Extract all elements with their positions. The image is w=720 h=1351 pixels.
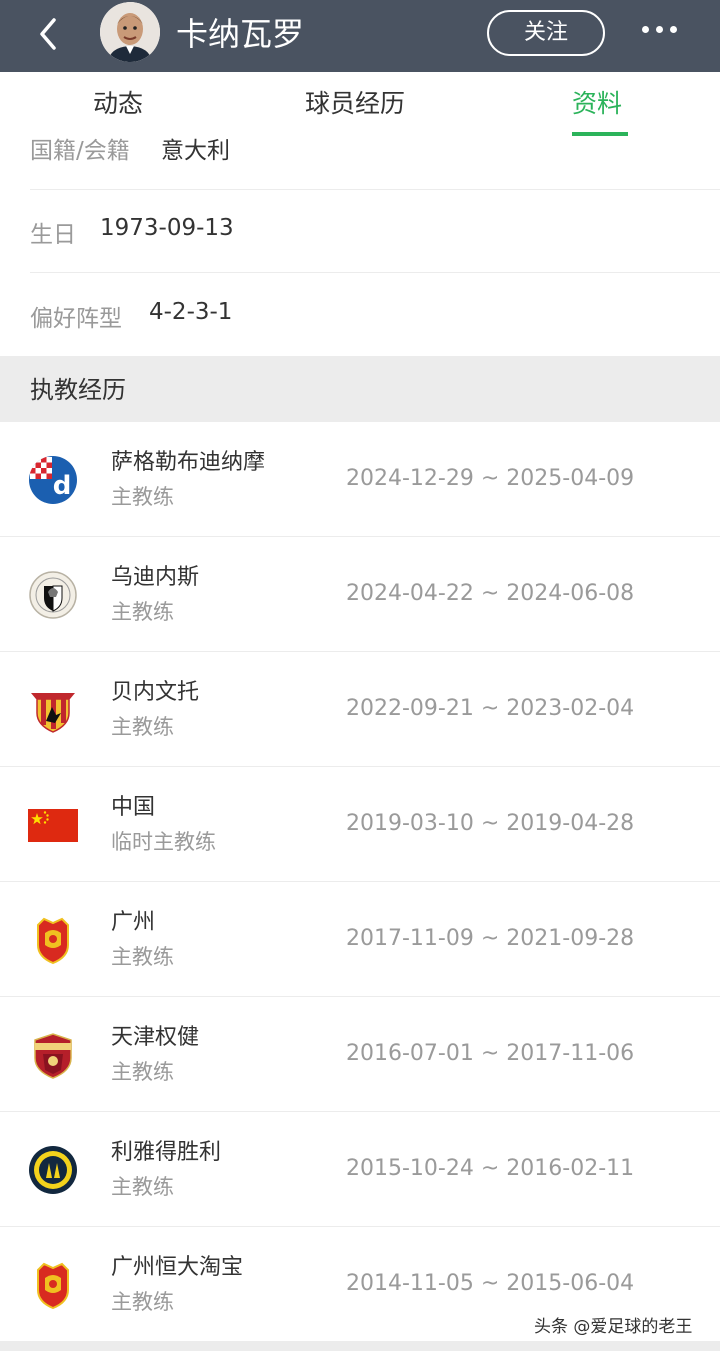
svg-text:d: d: [53, 471, 72, 501]
tenure-period: 2022-09-21 ~ 2023-02-04: [346, 696, 635, 721]
info-row-birthday: 生日 1973-09-13: [30, 189, 720, 273]
team-name: 利雅得胜利: [111, 1140, 222, 1165]
nationality-value: 意大利: [161, 138, 230, 164]
team-name: 广州恒大淘宝: [111, 1255, 244, 1280]
tenure-period: 2024-12-29 ~ 2025-04-09: [346, 466, 635, 491]
list-item[interactable]: d 萨格勒布迪纳摩 主教练 2024-12-29 ~ 2025-04-09: [0, 422, 720, 537]
tenure-period: 2019-03-10 ~ 2019-04-28: [346, 811, 635, 836]
team-name: 萨格勒布迪纳摩: [111, 450, 266, 475]
coach-role: 主教练: [111, 600, 174, 624]
tianjin-quanjian-logo-icon: [34, 1033, 72, 1079]
more-options-icon[interactable]: [640, 26, 680, 38]
tenure-period: 2017-11-09 ~ 2021-09-28: [346, 926, 635, 951]
list-item[interactable]: 天津权健 主教练 2016-07-01 ~ 2017-11-06: [0, 997, 720, 1112]
section-header-coaching: 执教经历: [0, 356, 720, 422]
guangzhou-logo-icon: [37, 917, 69, 965]
birthday-label: 生日: [30, 222, 76, 248]
coach-role: 主教练: [111, 1175, 174, 1199]
coach-role: 主教练: [111, 715, 174, 739]
coach-role: 主教练: [111, 1290, 174, 1314]
birthday-value: 1973-09-13: [100, 215, 234, 241]
formation-value: 4-2-3-1: [149, 299, 233, 325]
coach-role: 主教练: [111, 485, 174, 509]
info-row-formation: 偏好阵型 4-2-3-1: [30, 272, 720, 356]
team-name: 广州: [111, 910, 156, 935]
udinese-logo-icon: [29, 571, 77, 619]
team-name: 天津权健: [111, 1025, 200, 1050]
info-row-nationality: 国籍/会籍 意大利: [30, 106, 720, 190]
guangzhou-evergrande-logo-icon: [37, 1262, 69, 1310]
footer-divider: [0, 1341, 720, 1351]
list-item[interactable]: 广州 主教练 2017-11-09 ~ 2021-09-28: [0, 882, 720, 997]
tenure-period: 2015-10-24 ~ 2016-02-11: [346, 1156, 635, 1181]
al-nassr-logo-icon: [29, 1146, 77, 1194]
china-flag-icon: [28, 809, 78, 842]
back-arrow-icon[interactable]: [30, 14, 70, 54]
team-name: 贝内文托: [111, 680, 200, 705]
list-item[interactable]: 乌迪内斯 主教练 2024-04-22 ~ 2024-06-08: [0, 537, 720, 652]
team-name: 乌迪内斯: [111, 565, 200, 590]
benevento-logo-icon: [31, 693, 75, 733]
top-bar: 卡纳瓦罗 关注: [0, 0, 720, 72]
avatar[interactable]: [100, 2, 160, 62]
watermark: 头条 @爱足球的老王: [534, 1317, 693, 1337]
team-name: 中国: [111, 795, 156, 820]
list-item[interactable]: 贝内文托 主教练 2022-09-21 ~ 2023-02-04: [0, 652, 720, 767]
coach-role: 主教练: [111, 1060, 174, 1084]
page-title: 卡纳瓦罗: [176, 15, 305, 53]
tenure-period: 2016-07-01 ~ 2017-11-06: [346, 1041, 635, 1066]
coach-role: 临时主教练: [111, 830, 216, 854]
follow-button[interactable]: 关注: [487, 10, 605, 56]
nationality-label: 国籍/会籍: [30, 138, 130, 164]
list-item[interactable]: 利雅得胜利 主教练 2015-10-24 ~ 2016-02-11: [0, 1112, 720, 1227]
tenure-period: 2024-04-22 ~ 2024-06-08: [346, 581, 635, 606]
coach-role: 主教练: [111, 945, 174, 969]
dinamo-zagreb-logo-icon: d: [29, 456, 77, 504]
formation-label: 偏好阵型: [30, 306, 122, 332]
section-title: 执教经历: [30, 376, 126, 404]
tenure-period: 2014-11-05 ~ 2015-06-04: [346, 1271, 635, 1296]
list-item[interactable]: 中国 临时主教练 2019-03-10 ~ 2019-04-28: [0, 767, 720, 882]
coach-portrait-icon: [100, 2, 160, 62]
